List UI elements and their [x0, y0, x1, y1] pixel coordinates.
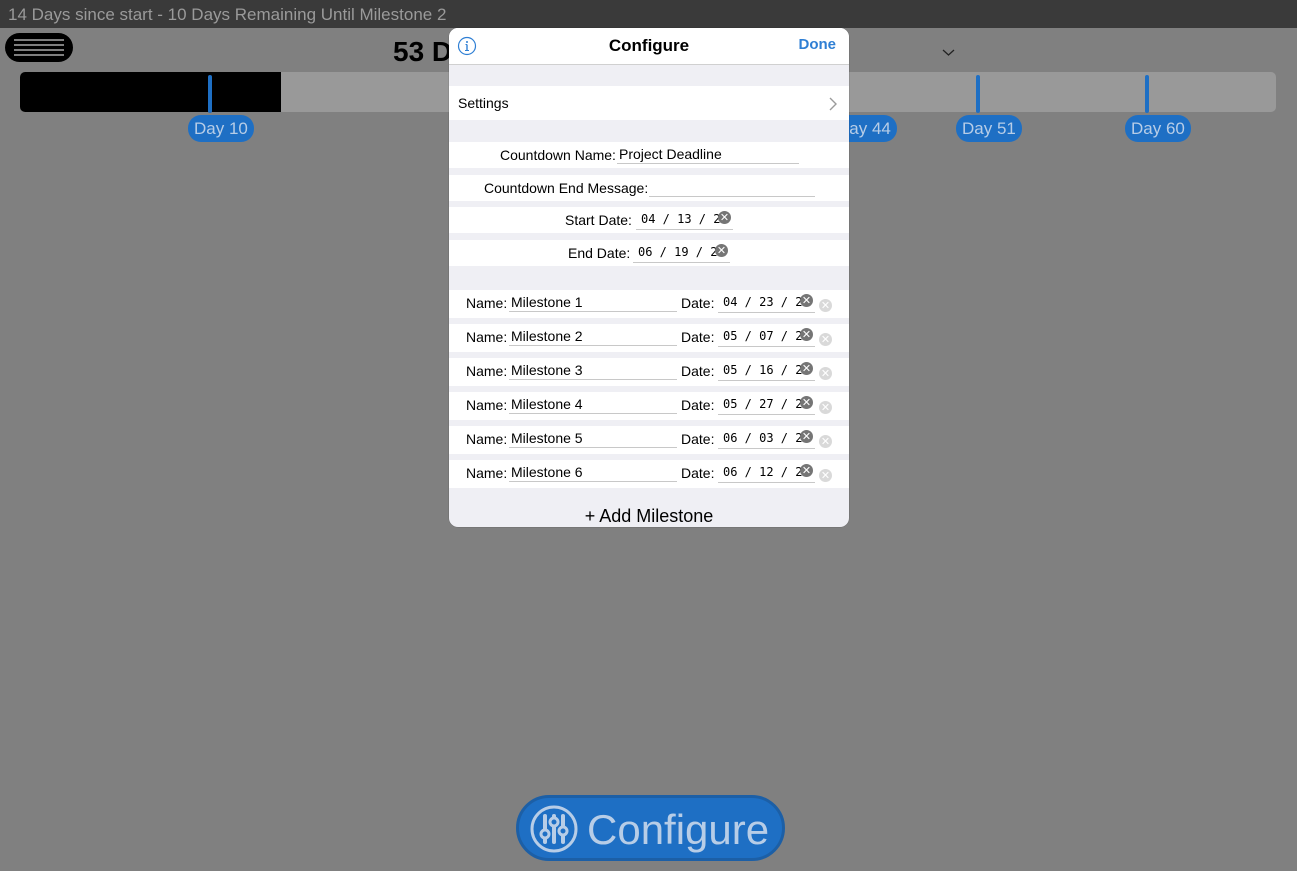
milestone-row: Name: Date: 06 / 03 / 20 ✕ ✕ [449, 426, 849, 454]
milestone-date-value: 05 / 07 / 20 [723, 329, 810, 343]
milestone-name-input[interactable] [509, 292, 677, 312]
milestone-name-input[interactable] [509, 360, 677, 380]
milestone-label[interactable]: Day 51 [956, 115, 1022, 142]
clear-icon[interactable]: ✕ [800, 464, 813, 477]
end-message-row: Countdown End Message: [449, 175, 849, 201]
settings-label: Settings [458, 95, 509, 111]
remove-icon[interactable]: ✕ [819, 333, 832, 346]
configure-button[interactable]: Configure [516, 795, 785, 861]
milestone-date-value: 05 / 16 / 20 [723, 363, 810, 377]
milestone-date-label: Date: [681, 363, 715, 379]
configure-modal: Configure Done Settings Countdown Name: … [449, 28, 849, 527]
milestone-row: Name: Date: 05 / 16 / 20 ✕ ✕ [449, 358, 849, 386]
milestone-tick [208, 75, 212, 113]
remove-icon[interactable]: ✕ [819, 367, 832, 380]
milestone-name-input[interactable] [509, 326, 677, 346]
clear-icon[interactable]: ✕ [715, 244, 728, 257]
milestone-name-input[interactable] [509, 428, 677, 448]
sliders-icon [530, 805, 578, 853]
milestone-date-label: Date: [681, 295, 715, 311]
modal-title: Configure [608, 36, 690, 55]
clear-icon[interactable]: ✕ [800, 328, 813, 341]
milestone-name-label: Name: [466, 431, 508, 447]
start-date-row: Start Date: 04 / 13 / 20 ✕ [449, 207, 849, 233]
milestone-tick [976, 75, 980, 113]
settings-row[interactable]: Settings [449, 86, 849, 120]
milestone-tick [1145, 75, 1149, 113]
milestone-row: Name: Date: 06 / 12 / 20 ✕ ✕ [449, 460, 849, 488]
milestone-date-value: 05 / 27 / 20 [723, 397, 810, 411]
milestone-date-value: 06 / 03 / 20 [723, 431, 810, 445]
end-date-row: End Date: 06 / 19 / 20 ✕ [449, 240, 849, 266]
milestone-row: Name: Date: 05 / 27 / 20 ✕ ✕ [449, 392, 849, 420]
milestone-date-value: 04 / 23 / 20 [723, 295, 810, 309]
milestone-name-label: Name: [466, 295, 508, 311]
progress-fill [20, 72, 281, 112]
clear-icon[interactable]: ✕ [718, 211, 731, 224]
start-date-label: Start Date: [565, 212, 632, 228]
milestone-row: Name: Date: 05 / 07 / 20 ✕ ✕ [449, 324, 849, 352]
milestone-date-label: Date: [681, 465, 715, 481]
end-message-label: Countdown End Message: [484, 180, 649, 196]
countdown-name-label: Countdown Name: [500, 147, 616, 163]
milestone-date-label: Date: [681, 397, 715, 413]
chevron-down-icon[interactable] [942, 47, 955, 57]
milestone-name-label: Name: [466, 329, 508, 345]
countdown-name-input[interactable] [617, 144, 799, 164]
remove-icon[interactable]: ✕ [819, 401, 832, 414]
status-bar: 14 Days since start - 10 Days Remaining … [0, 0, 1297, 28]
milestone-date-label: Date: [681, 431, 715, 447]
info-icon[interactable] [457, 36, 477, 56]
remove-icon[interactable]: ✕ [819, 469, 832, 482]
remove-icon[interactable]: ✕ [819, 435, 832, 448]
milestone-date-value: 06 / 12 / 20 [723, 465, 810, 479]
menu-button[interactable] [5, 33, 73, 62]
milestone-name-label: Name: [466, 397, 508, 413]
clear-icon[interactable]: ✕ [800, 430, 813, 443]
start-date-value: 04 / 13 / 20 [641, 212, 728, 226]
milestone-name-label: Name: [466, 465, 508, 481]
milestone-label[interactable]: Day 60 [1125, 115, 1191, 142]
milestone-name-label: Name: [466, 363, 508, 379]
done-button[interactable]: Done [799, 28, 837, 62]
milestone-name-input[interactable] [509, 394, 677, 414]
remove-icon[interactable]: ✕ [819, 299, 832, 312]
end-date-value: 06 / 19 / 20 [638, 245, 725, 259]
milestone-date-label: Date: [681, 329, 715, 345]
clear-icon[interactable]: ✕ [800, 396, 813, 409]
end-date-label: End Date: [568, 245, 631, 261]
clear-icon[interactable]: ✕ [800, 362, 813, 375]
end-message-input[interactable] [649, 177, 815, 197]
milestone-name-input[interactable] [509, 462, 677, 482]
milestone-label[interactable]: Day 10 [188, 115, 254, 142]
modal-header: Configure Done [449, 28, 849, 65]
chevron-right-icon [829, 97, 837, 111]
milestone-row: Name: Date: 04 / 23 / 20 ✕ ✕ [449, 290, 849, 318]
clear-icon[interactable]: ✕ [800, 294, 813, 307]
add-milestone-button[interactable]: + Add Milestone [449, 504, 849, 527]
countdown-name-row: Countdown Name: [449, 142, 849, 168]
configure-button-label: Configure [587, 806, 770, 853]
